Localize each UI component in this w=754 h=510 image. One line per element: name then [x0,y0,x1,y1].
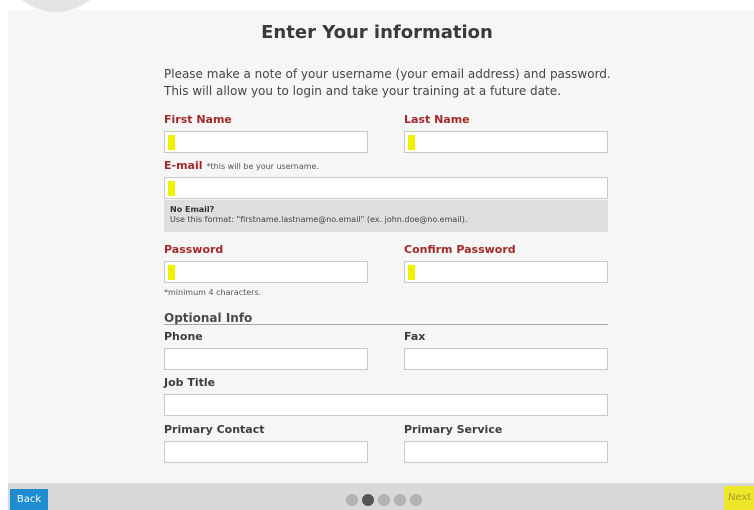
phone-label: Phone [164,330,203,343]
back-button[interactable]: Back [10,489,48,510]
primary-contact-label: Primary Contact [164,423,265,436]
progress-dot [378,494,390,506]
required-highlight [168,181,175,196]
primary-service-label: Primary Service [404,423,503,436]
progress-dot [346,494,358,506]
no-email-info-box: No Email? Use this format: "firstname.la… [164,200,608,232]
job-title-field[interactable] [164,394,608,416]
intro-text: Please make a note of your username (you… [164,66,624,100]
password-label: Password [164,243,224,256]
first-name-label: First Name [164,113,232,126]
job-title-label: Job Title [164,376,216,389]
primary-service-field[interactable] [404,441,608,463]
email-field[interactable] [164,177,608,199]
email-label: E-mail *this will be your username. [164,159,319,172]
primary-contact-field[interactable] [164,441,368,463]
next-button[interactable]: Next [724,486,754,510]
confirm-password-label: Confirm Password [404,243,516,256]
progress-dot [410,494,422,506]
confirm-password-field[interactable] [404,261,608,283]
last-name-label: Last Name [404,113,470,126]
progress-dots [346,494,422,506]
required-highlight [408,135,415,150]
optional-info-heading: Optional Info [164,311,608,325]
no-email-title: No Email? [170,205,215,214]
progress-dot [394,494,406,506]
fax-field[interactable] [404,348,608,370]
email-hint: *this will be your username. [206,162,320,171]
intro-line-1: Please make a note of your username (you… [164,67,611,81]
fax-label: Fax [404,330,426,343]
no-email-text: Use this format: "firstname.lastname@no.… [170,215,468,224]
required-highlight [168,265,175,280]
phone-field[interactable] [164,348,368,370]
required-highlight [408,265,415,280]
page-title: Enter Your information [261,22,493,43]
last-name-field[interactable] [404,131,608,153]
progress-dot [362,494,374,506]
password-field[interactable] [164,261,368,283]
required-highlight [168,135,175,150]
email-label-text: E-mail [164,159,203,172]
intro-line-2: This will allow you to login and take yo… [164,84,561,98]
first-name-field[interactable] [164,131,368,153]
password-note: *minimum 4 characters. [164,288,262,297]
